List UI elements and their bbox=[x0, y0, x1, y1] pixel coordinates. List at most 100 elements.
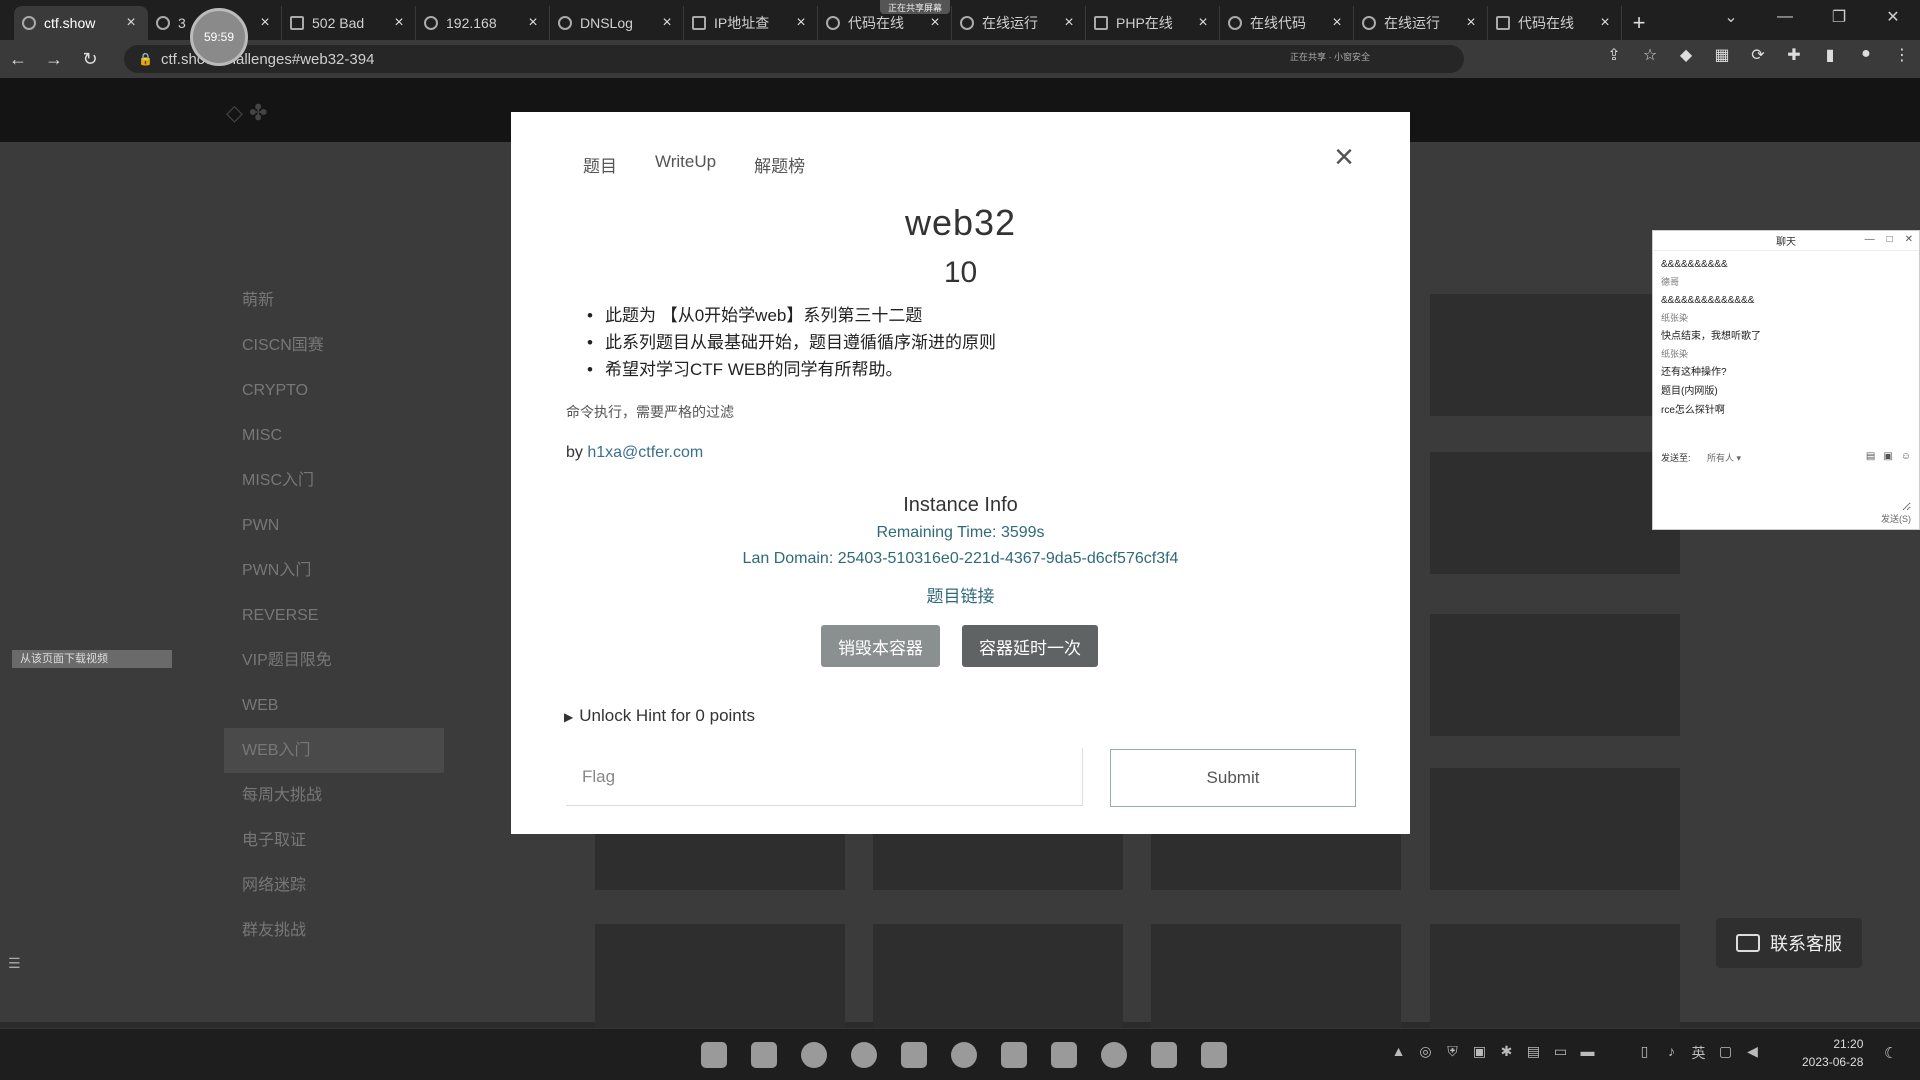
ime-indicator[interactable]: 英 bbox=[1690, 1043, 1707, 1063]
sidebar-item[interactable]: PWN bbox=[224, 503, 444, 548]
notification-icon[interactable]: ☾ bbox=[1884, 1044, 1897, 1062]
restore-icon[interactable]: ❐ bbox=[1812, 0, 1866, 34]
tray-volume-icon[interactable]: ◀ bbox=[1744, 1043, 1761, 1063]
browser-tab[interactable]: PHP在线 × bbox=[1086, 6, 1220, 40]
chat-maximize-icon[interactable]: □ bbox=[1887, 234, 1893, 245]
unlock-hint-toggle[interactable]: ▶ Unlock Hint for 0 points bbox=[564, 706, 755, 726]
reload-icon[interactable]: ↻ bbox=[72, 49, 108, 70]
sidebar-item[interactable]: WEB bbox=[224, 683, 444, 728]
chat-send-button[interactable]: 发送(S) bbox=[1881, 512, 1911, 525]
challenge-card[interactable] bbox=[1430, 768, 1680, 890]
file-explorer-icon[interactable] bbox=[746, 1037, 782, 1073]
sidebar-item[interactable]: 群友挑战 bbox=[224, 908, 444, 953]
photoshop-icon[interactable] bbox=[1046, 1037, 1082, 1073]
file-icon[interactable]: ▤ bbox=[1866, 451, 1875, 462]
edge-browser-icon[interactable] bbox=[796, 1037, 832, 1073]
menu-icon[interactable]: ⋮ bbox=[1890, 45, 1914, 65]
challenge-card[interactable] bbox=[595, 832, 845, 890]
flag-input[interactable] bbox=[566, 748, 1083, 806]
store-icon[interactable] bbox=[896, 1037, 932, 1073]
tab-writeup[interactable]: WriteUp bbox=[655, 152, 716, 177]
author-email-link[interactable]: h1xa@ctfer.com bbox=[587, 444, 703, 461]
browser-tab[interactable]: 在线运行 × bbox=[1354, 6, 1488, 40]
sidebar-item[interactable]: CISCN国赛 bbox=[224, 323, 444, 368]
photos-icon[interactable] bbox=[996, 1037, 1032, 1073]
extend-container-button[interactable]: 容器延时一次 bbox=[962, 625, 1098, 667]
browser-tab[interactable]: 192.168 × bbox=[416, 6, 550, 40]
tab-close-icon[interactable]: × bbox=[257, 14, 273, 32]
translate-icon[interactable]: ▦ bbox=[1710, 45, 1734, 65]
extension-icon[interactable]: ◆ bbox=[1674, 45, 1698, 65]
tab-close-icon[interactable]: × bbox=[1329, 14, 1345, 32]
participants-icon[interactable]: ☺ bbox=[1901, 451, 1911, 462]
challenge-link[interactable]: 题目链接 bbox=[511, 582, 1410, 607]
challenge-card[interactable] bbox=[1430, 614, 1680, 736]
browser-tab[interactable]: IP地址查 × bbox=[684, 6, 818, 40]
sidebar-item[interactable]: WEB入门 bbox=[224, 728, 444, 773]
share-icon[interactable]: ⇪ bbox=[1602, 45, 1626, 65]
sidebar-item[interactable]: 萌新 bbox=[224, 278, 444, 323]
tab-close-icon[interactable]: × bbox=[1061, 14, 1077, 32]
start-icon[interactable] bbox=[696, 1037, 732, 1073]
chat-close-icon[interactable]: ✕ bbox=[1905, 234, 1913, 245]
save-chat-icon[interactable]: ▣ bbox=[1883, 451, 1892, 462]
tab-close-icon[interactable]: × bbox=[1597, 14, 1613, 32]
minimize-icon[interactable]: — bbox=[1758, 0, 1812, 34]
tray-shield-icon[interactable]: ⛨ bbox=[1444, 1043, 1461, 1063]
profile-icon[interactable]: ● bbox=[1854, 45, 1878, 65]
browser-tab[interactable]: 在线运行 × bbox=[952, 6, 1086, 40]
tab-close-icon[interactable]: × bbox=[391, 14, 407, 32]
recipient-select[interactable]: 所有人 ▾ bbox=[1707, 453, 1741, 463]
submit-button[interactable]: Submit bbox=[1110, 749, 1356, 807]
tray-display-icon[interactable]: ▬ bbox=[1579, 1043, 1596, 1063]
contact-support-button[interactable]: 联系客服 bbox=[1716, 918, 1862, 968]
challenge-card[interactable] bbox=[1151, 832, 1401, 890]
close-window-icon[interactable]: ✕ bbox=[1866, 0, 1920, 34]
sidebar-item[interactable]: REVERSE bbox=[224, 593, 444, 638]
sidepanel-icon[interactable]: ▮ bbox=[1818, 45, 1842, 65]
tab-solves[interactable]: 解题榜 bbox=[754, 152, 805, 177]
new-tab-button[interactable]: + bbox=[1622, 6, 1656, 40]
app-icon[interactable] bbox=[1096, 1037, 1132, 1073]
pycharm-icon[interactable] bbox=[1196, 1037, 1232, 1073]
sidebar-item[interactable]: 每周大挑战 bbox=[224, 773, 444, 818]
tray-battery-icon[interactable]: ▯ bbox=[1636, 1043, 1653, 1063]
chat-minimize-icon[interactable]: — bbox=[1865, 234, 1875, 245]
tab-close-icon[interactable]: × bbox=[123, 14, 139, 32]
browser-tab[interactable]: DNSLog × bbox=[550, 6, 684, 40]
close-icon[interactable]: × bbox=[1334, 140, 1354, 174]
tray-window-icon[interactable]: ▤ bbox=[1525, 1043, 1542, 1063]
chat-input[interactable] bbox=[1661, 471, 1911, 511]
challenge-card[interactable] bbox=[1430, 452, 1680, 574]
back-icon[interactable]: ← bbox=[0, 49, 36, 70]
browser-tab[interactable]: 代码在线 × bbox=[1488, 6, 1622, 40]
tray-monitor-icon[interactable]: ▭ bbox=[1552, 1043, 1569, 1063]
tab-close-icon[interactable]: × bbox=[927, 14, 943, 32]
sidebar-item[interactable]: MISC入门 bbox=[224, 458, 444, 503]
tray-network-icon[interactable]: ▢ bbox=[1717, 1043, 1734, 1063]
tab-close-icon[interactable]: × bbox=[793, 14, 809, 32]
address-bar[interactable]: 🔒 ctf.show/challenges#web32-394 bbox=[124, 45, 1464, 73]
tab-close-icon[interactable]: × bbox=[659, 14, 675, 32]
sidebar-item[interactable]: 网络迷踪 bbox=[224, 863, 444, 908]
tab-close-icon[interactable]: × bbox=[1195, 14, 1211, 32]
bookmark-star-icon[interactable]: ☆ bbox=[1638, 45, 1662, 65]
tray-store-icon[interactable]: ▣ bbox=[1471, 1043, 1488, 1063]
browser-tab[interactable]: ctf.show × bbox=[14, 6, 148, 40]
tab-close-icon[interactable]: × bbox=[525, 14, 541, 32]
java-icon[interactable] bbox=[1146, 1037, 1182, 1073]
sidebar-item[interactable]: PWN入门 bbox=[224, 548, 444, 593]
tray-settings-icon[interactable]: ✱ bbox=[1498, 1043, 1515, 1063]
sync-icon[interactable]: ⟳ bbox=[1746, 45, 1770, 65]
sidebar-item[interactable]: 电子取证 bbox=[224, 818, 444, 863]
puzzle-icon[interactable]: ✚ bbox=[1782, 45, 1806, 65]
download-video-strip[interactable]: 从该页面下载视频 bbox=[12, 650, 172, 668]
steam-icon[interactable] bbox=[946, 1037, 982, 1073]
tray-mic-icon[interactable]: ♪ bbox=[1663, 1043, 1680, 1063]
challenge-card[interactable] bbox=[1430, 294, 1680, 416]
tray-camera-icon[interactable]: ◎ bbox=[1417, 1043, 1434, 1063]
tray-app-icon[interactable]: ▲ bbox=[1390, 1043, 1407, 1063]
browser-tab[interactable]: 502 Bad × bbox=[282, 6, 416, 40]
browser-tab[interactable]: 在线代码 × bbox=[1220, 6, 1354, 40]
sidebar-item[interactable]: MISC bbox=[224, 413, 444, 458]
